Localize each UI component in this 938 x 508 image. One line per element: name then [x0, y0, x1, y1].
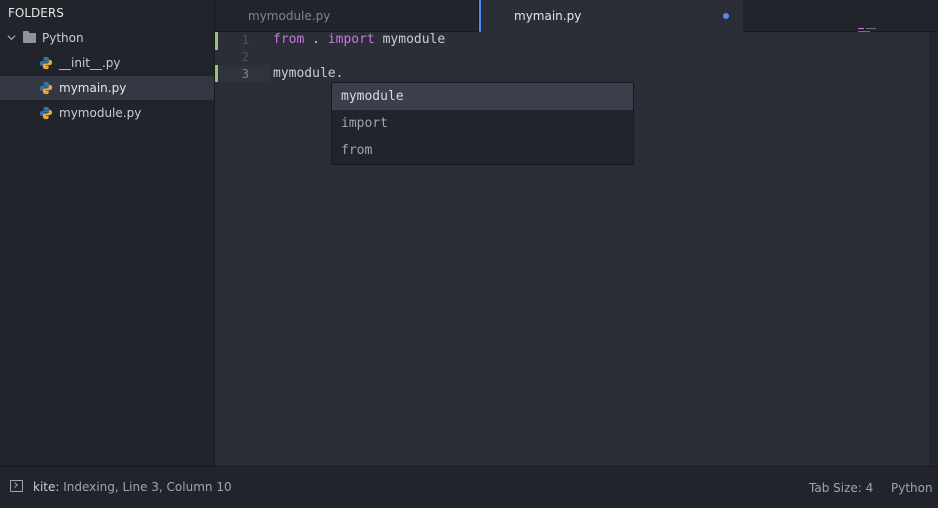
- keyword-token: from: [273, 32, 305, 47]
- autocomplete-item[interactable]: import: [332, 110, 633, 137]
- vertical-scrollbar[interactable]: [929, 32, 938, 466]
- kite-label: kite:: [33, 480, 60, 494]
- code-token: .: [304, 32, 328, 47]
- line-number: 3: [241, 67, 249, 81]
- code-token: mymodule: [374, 32, 446, 47]
- python-file-icon: [39, 81, 53, 95]
- line-number: 2: [241, 50, 249, 64]
- code-line[interactable]: from . import mymodule: [273, 32, 445, 47]
- folder-row-python[interactable]: Python: [0, 26, 214, 50]
- python-file-icon: [39, 106, 53, 120]
- terminal-icon[interactable]: [10, 480, 23, 492]
- tab-bar: mymodule.py mymain.py: [215, 0, 938, 32]
- status-message: Indexing, Line 3, Column 10: [63, 480, 232, 494]
- folder-label: Python: [42, 31, 84, 45]
- autocomplete-popup: mymodule import from: [331, 82, 634, 165]
- file-row-mymodule[interactable]: mymodule.py: [0, 101, 214, 125]
- folders-title: FOLDERS: [8, 6, 64, 20]
- code-token: mymodule.: [273, 66, 344, 81]
- sidebar: FOLDERS Python __init__.py mymain.py mym…: [0, 0, 215, 466]
- tab-mymain[interactable]: mymain.py: [479, 0, 743, 32]
- tab-mymodule[interactable]: mymodule.py: [215, 0, 479, 31]
- language-selector[interactable]: Python: [891, 481, 933, 495]
- folder-icon: [23, 31, 36, 43]
- autocomplete-item[interactable]: from: [332, 137, 633, 164]
- code-line[interactable]: mymodule.: [273, 66, 343, 81]
- tab-label: mymodule.py: [248, 8, 331, 23]
- autocomplete-item[interactable]: mymodule: [332, 83, 633, 110]
- modified-dot-icon[interactable]: [723, 13, 729, 19]
- python-file-icon: [39, 56, 53, 70]
- line-number: 1: [241, 33, 249, 47]
- tab-label: mymain.py: [514, 9, 582, 23]
- file-row-mymain[interactable]: mymain.py: [0, 76, 214, 100]
- tab-size-indicator[interactable]: Tab Size: 4: [809, 481, 873, 495]
- file-label: mymodule.py: [59, 106, 142, 120]
- file-label: __init__.py: [59, 56, 121, 70]
- chevron-down-icon[interactable]: [5, 32, 17, 45]
- status-bar: kite: Indexing, Line 3, Column 10 Tab Si…: [0, 466, 938, 508]
- kite-status[interactable]: kite: Indexing, Line 3, Column 10: [33, 480, 232, 494]
- minimap[interactable]: [858, 28, 878, 33]
- file-label: mymain.py: [59, 81, 127, 95]
- file-row-init[interactable]: __init__.py: [0, 51, 214, 75]
- keyword-token: import: [327, 32, 375, 47]
